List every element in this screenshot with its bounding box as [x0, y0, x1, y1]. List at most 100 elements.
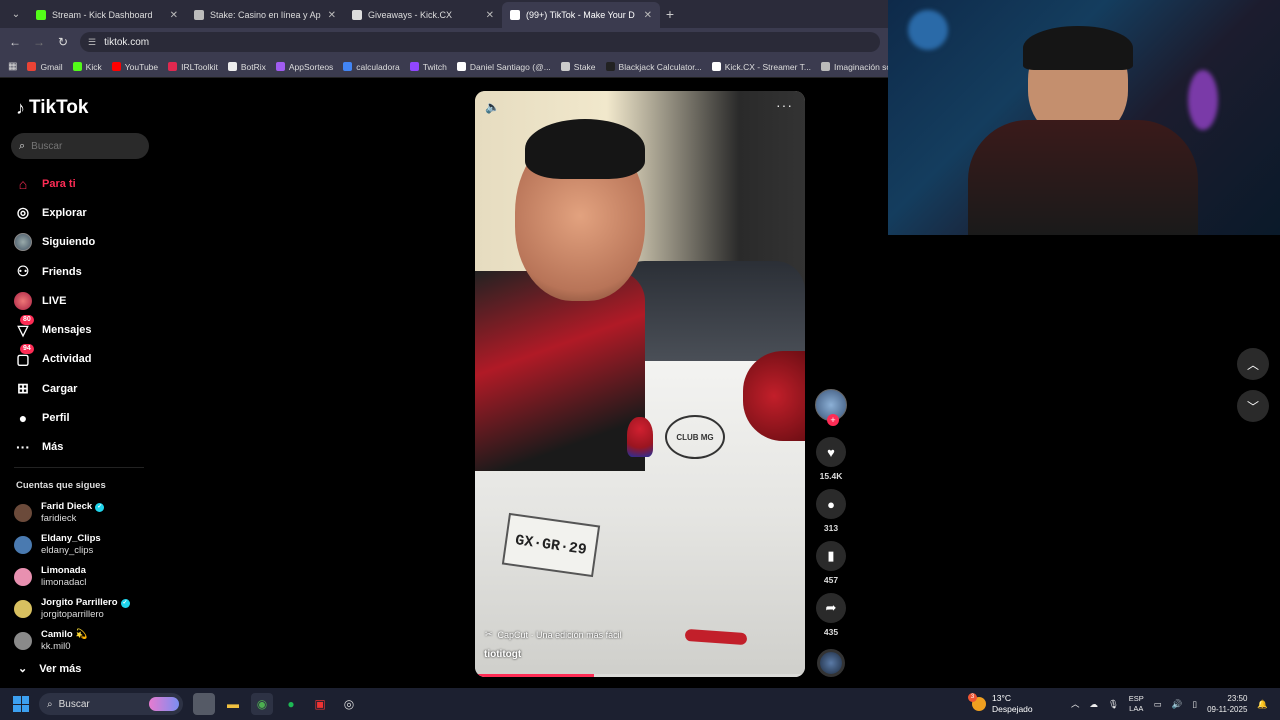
heart-icon[interactable]: ♥ — [816, 437, 846, 467]
save-action[interactable]: ▮ 457 — [816, 541, 846, 585]
music-disc-icon[interactable] — [817, 649, 845, 677]
apps-grid-icon[interactable]: ▦ — [8, 61, 17, 72]
comment-icon[interactable]: ● — [816, 489, 846, 519]
sidebar-item-explorar[interactable]: ◎ Explorar — [14, 198, 154, 227]
bookmark-favicon-icon — [275, 62, 285, 71]
sidebar-item-cargar[interactable]: ⊞ Cargar — [14, 374, 154, 403]
bookmark-item[interactable]: Blackjack Calculator... — [605, 62, 702, 72]
share-icon[interactable]: ➦ — [816, 593, 846, 623]
weather-desc: Despejado — [992, 704, 1033, 714]
share-action[interactable]: ➦ 435 — [816, 593, 846, 637]
sidebar-item-live[interactable]: LIVE — [14, 286, 154, 315]
bookmark-item[interactable]: AppSorteos — [275, 61, 334, 72]
follow-plus-icon[interactable]: + — [827, 414, 839, 426]
browser-tab[interactable]: Stream - Kick Dashboard ✕ — [28, 2, 186, 28]
following-account[interactable]: Eldany_Clips eldany_clips — [14, 529, 154, 561]
bookmark-item[interactable]: Stake — [560, 62, 596, 72]
weather-badge: 3 — [968, 693, 977, 702]
browser-tab[interactable]: Stake: Casino en línea y Ap ✕ — [186, 2, 344, 28]
clock[interactable]: 23:50 09-11-2025 — [1207, 693, 1247, 715]
bookmark-item[interactable]: Twitch — [409, 62, 447, 72]
bookmark-label: Daniel Santiago (@... — [469, 61, 551, 72]
sidebar-item-siguiendo[interactable]: Siguiendo — [14, 228, 154, 257]
spotify-icon[interactable]: ● — [280, 693, 302, 715]
language-bottom: LAA — [1129, 704, 1144, 713]
microphone-icon[interactable]: 🎙 — [1108, 699, 1119, 710]
sidebar-item-perfil[interactable]: ● Perfil — [14, 403, 154, 432]
language-indicator[interactable]: ESP LAA — [1129, 694, 1144, 714]
notification-icon[interactable]: 🔔 — [1257, 699, 1268, 710]
capcut-tag[interactable]: ✂ CapCut · Una edición más fácil — [485, 629, 622, 640]
taskbar-search[interactable]: ⌕ Buscar — [39, 693, 183, 715]
battery-icon[interactable]: ▯ — [1192, 699, 1197, 710]
bookmark-item[interactable]: calculadora — [343, 62, 400, 72]
bookmark-item[interactable]: Daniel Santiago (@... — [456, 61, 551, 72]
scroll-up-button[interactable]: ︿ — [1237, 348, 1269, 380]
bookmark-item[interactable]: Kick.CX - Streamer T... — [711, 62, 811, 72]
bookmark-favicon-icon — [456, 62, 466, 71]
app-icon[interactable]: ◎ — [338, 693, 360, 715]
tiktok-logo[interactable]: ♪ TikTok — [16, 97, 88, 119]
close-icon[interactable]: ✕ — [644, 10, 652, 21]
bookmark-icon[interactable]: ▮ — [816, 541, 846, 571]
following-account[interactable]: Jorgito Parrillero ✓ jorgitoparrillero — [14, 593, 154, 625]
video-player[interactable]: CLUB MG GX·GR·29 🔈 ··· ✂ CapCut · Una ed… — [475, 91, 805, 677]
sidebar-item-mensajes[interactable]: ▽ 80 Mensajes — [14, 315, 154, 344]
windows-start-icon[interactable] — [13, 696, 29, 712]
site-info-icon[interactable]: ☰ — [88, 37, 96, 48]
creator-avatar[interactable]: + — [815, 389, 847, 426]
close-icon[interactable]: ✕ — [486, 10, 494, 21]
sidebar-item-para-ti[interactable]: ⌂ Para ti — [14, 169, 154, 198]
sidebar-item-friends[interactable]: ⚇ Friends — [14, 257, 154, 286]
network-icon[interactable]: ▭ — [1154, 699, 1162, 710]
volume-icon[interactable]: 🔈 — [485, 100, 500, 114]
sidebar-item-label: LIVE — [42, 294, 67, 307]
chrome-icon[interactable]: ◉ — [251, 693, 273, 715]
video-author[interactable]: tiotitogt — [484, 649, 521, 660]
bookmark-label: AppSorteos — [288, 61, 334, 72]
bookmark-item[interactable]: Imaginación so — [820, 62, 888, 72]
url-field[interactable]: ☰ tiktok.com — [80, 32, 880, 52]
reload-icon[interactable]: ↻ — [56, 35, 70, 49]
file-explorer-icon[interactable]: ▬ — [222, 693, 244, 715]
bookmark-item[interactable]: Kick — [72, 62, 102, 72]
volume-icon[interactable]: 🔊 — [1172, 699, 1183, 710]
scroll-down-button[interactable]: ﹀ — [1237, 390, 1269, 422]
new-tab-button[interactable]: + — [660, 6, 680, 22]
task-view-icon[interactable] — [193, 693, 215, 715]
sidebar-divider — [14, 467, 144, 468]
onedrive-icon[interactable]: ☁ — [1089, 699, 1098, 710]
bookmark-item[interactable]: BotRix — [227, 62, 266, 72]
like-action[interactable]: ♥ 15.4K — [816, 437, 846, 481]
tab-label: Stream - Kick Dashboard — [52, 10, 153, 20]
search-box[interactable]: ⌕ — [11, 133, 149, 159]
bookmarks-bar: ▦ Gmail Kick YouTube IRLToolkit BotRix AppSor… — [0, 56, 888, 78]
forward-icon[interactable]: → — [32, 35, 46, 49]
browser-tab[interactable]: Giveaways - Kick.CX ✕ — [344, 2, 502, 28]
tray-chevron-up-icon[interactable]: ︿ — [1071, 698, 1080, 710]
see-more-button[interactable]: ⌄ Ver más — [18, 662, 81, 676]
search-icon: ⌕ — [47, 698, 53, 710]
following-account[interactable]: Limonada limonadacl — [14, 561, 154, 593]
language-top: ESP — [1128, 694, 1144, 703]
bookmark-item[interactable]: IRLToolkit — [168, 62, 218, 72]
video-progress-bar[interactable] — [475, 674, 805, 677]
weather-widget[interactable]: 3 13°C Despejado — [968, 693, 1033, 715]
back-icon[interactable]: ← — [8, 35, 22, 49]
obs-icon[interactable]: ▣ — [309, 693, 331, 715]
bookmark-item[interactable]: YouTube — [111, 62, 158, 72]
tab-label: Giveaways - Kick.CX — [368, 10, 453, 20]
bookmark-item[interactable]: Gmail — [27, 62, 63, 72]
comment-action[interactable]: ● 313 — [816, 489, 846, 533]
sidebar-item-actividad[interactable]: ▢ 94 Actividad — [14, 344, 154, 374]
close-icon[interactable]: ✕ — [170, 10, 178, 21]
close-icon[interactable]: ✕ — [328, 10, 336, 21]
following-account[interactable]: Camilo 💫 kk.mil0 — [14, 625, 154, 657]
sidebar-item-m-s[interactable]: ··· Más — [14, 433, 154, 462]
tab-search-menu[interactable]: ⌄ — [4, 4, 28, 24]
search-input[interactable] — [31, 140, 132, 152]
browser-tab[interactable]: (99+) TikTok - Make Your D ✕ — [502, 2, 660, 28]
more-options-icon[interactable]: ··· — [776, 97, 793, 113]
account-emoji: 💫 — [75, 629, 88, 640]
following-account[interactable]: Farid Dieck ✓ faridieck — [14, 497, 154, 529]
